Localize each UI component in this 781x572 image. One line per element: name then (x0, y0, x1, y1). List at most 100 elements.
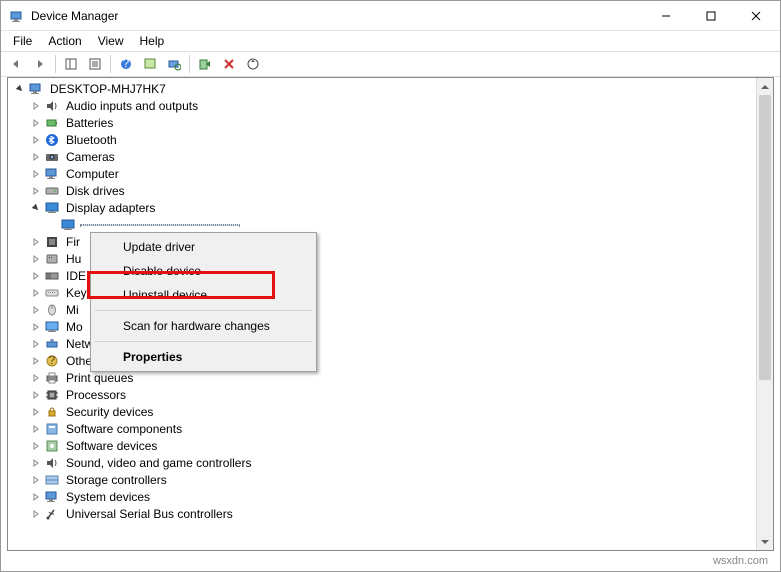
app-icon (9, 8, 25, 24)
tree-category[interactable]: Security devices (8, 403, 756, 420)
category-label: Print queues (64, 371, 135, 385)
show-hide-tree-button[interactable] (60, 53, 82, 75)
expand-toggle[interactable] (28, 115, 44, 131)
tree-category[interactable]: Storage controllers (8, 471, 756, 488)
swdev-icon (44, 438, 60, 454)
category-label: Processors (64, 388, 128, 402)
category-label: System devices (64, 490, 152, 504)
expand-toggle[interactable] (12, 81, 28, 97)
swcomp-icon (44, 421, 60, 437)
category-label: Software components (64, 422, 184, 436)
expand-toggle[interactable] (28, 166, 44, 182)
context-menu-item[interactable]: Scan for hardware changes (93, 314, 314, 338)
window-title: Device Manager (31, 9, 643, 23)
category-label: Hu (64, 252, 83, 266)
menu-help[interactable]: Help (132, 32, 173, 50)
expand-toggle[interactable] (28, 438, 44, 454)
expand-toggle[interactable] (28, 200, 44, 216)
tree-category[interactable]: Display adapters (8, 199, 756, 216)
expand-toggle[interactable] (28, 149, 44, 165)
device-label (80, 224, 240, 226)
context-menu-item[interactable]: Properties (93, 345, 314, 369)
context-menu-item[interactable]: Disable device (93, 259, 314, 283)
expand-toggle[interactable] (28, 370, 44, 386)
maximize-button[interactable] (688, 1, 733, 30)
tree-category[interactable]: Disk drives (8, 182, 756, 199)
expand-toggle[interactable] (28, 183, 44, 199)
minimize-button[interactable] (643, 1, 688, 30)
expand-toggle[interactable] (28, 336, 44, 352)
tree-category[interactable]: Processors (8, 386, 756, 403)
svg-text:?: ? (49, 353, 56, 367)
tree-category[interactable]: Software devices (8, 437, 756, 454)
context-menu-item[interactable]: Uninstall device (93, 283, 314, 307)
expand-toggle[interactable] (28, 455, 44, 471)
category-label: Security devices (64, 405, 155, 419)
scroll-down-button[interactable] (757, 533, 773, 550)
firmware-icon (44, 234, 60, 250)
computer-icon (28, 81, 44, 97)
menu-action[interactable]: Action (40, 32, 89, 50)
enable-device-button[interactable] (194, 53, 216, 75)
tree-category[interactable]: Universal Serial Bus controllers (8, 505, 756, 522)
expand-toggle[interactable] (28, 489, 44, 505)
expand-toggle[interactable] (28, 234, 44, 250)
expand-toggle[interactable] (28, 319, 44, 335)
back-button[interactable] (5, 53, 27, 75)
category-label: IDE (64, 269, 88, 283)
tree-category[interactable]: Software components (8, 420, 756, 437)
context-menu-item[interactable]: Update driver (93, 235, 314, 259)
properties-button[interactable] (84, 53, 106, 75)
expand-toggle[interactable] (28, 285, 44, 301)
tree-root[interactable]: DESKTOP-MHJ7HK7 (8, 80, 756, 97)
expand-toggle[interactable] (28, 506, 44, 522)
tree-category[interactable]: Computer (8, 165, 756, 182)
close-button[interactable] (733, 1, 778, 30)
monitor-icon (44, 319, 60, 335)
tree-category[interactable]: Batteries (8, 114, 756, 131)
system-icon (44, 489, 60, 505)
tree-category[interactable]: Bluetooth (8, 131, 756, 148)
titlebar: Device Manager (1, 1, 780, 31)
battery-icon (44, 115, 60, 131)
expand-toggle[interactable] (28, 421, 44, 437)
scroll-thumb[interactable] (759, 95, 771, 380)
expand-toggle[interactable] (28, 302, 44, 318)
category-label: Fir (64, 235, 82, 249)
menubar: File Action View Help (1, 31, 780, 51)
menu-file[interactable]: File (5, 32, 40, 50)
category-label: Mi (64, 303, 81, 317)
expand-toggle[interactable] (28, 387, 44, 403)
uninstall-device-button[interactable] (218, 53, 240, 75)
vertical-scrollbar[interactable] (756, 78, 773, 550)
forward-button[interactable] (29, 53, 51, 75)
menu-view[interactable]: View (90, 32, 132, 50)
update-driver-button[interactable] (242, 53, 264, 75)
expand-toggle[interactable] (28, 268, 44, 284)
tree-category[interactable]: Audio inputs and outputs (8, 97, 756, 114)
category-label: Batteries (64, 116, 115, 130)
expand-toggle[interactable] (28, 472, 44, 488)
sound-icon (44, 455, 60, 471)
scroll-up-button[interactable] (757, 78, 773, 95)
scan-hardware-button[interactable] (163, 53, 185, 75)
expand-toggle[interactable] (28, 353, 44, 369)
toolbar: ? (1, 51, 780, 77)
expand-toggle[interactable] (28, 132, 44, 148)
expand-toggle[interactable] (28, 404, 44, 420)
tree-device[interactable] (8, 216, 756, 233)
watermark: wsxdn.com (713, 555, 768, 567)
action-icon-button[interactable] (139, 53, 161, 75)
expand-toggle[interactable] (28, 98, 44, 114)
help-button[interactable]: ? (115, 53, 137, 75)
category-label: Disk drives (64, 184, 127, 198)
category-label: Cameras (64, 150, 117, 164)
tree-category[interactable]: System devices (8, 488, 756, 505)
tree-category[interactable]: Cameras (8, 148, 756, 165)
context-menu-separator (95, 310, 312, 311)
camera-icon (44, 149, 60, 165)
expand-toggle[interactable] (28, 251, 44, 267)
category-label: Bluetooth (64, 133, 119, 147)
tree-category[interactable]: Sound, video and game controllers (8, 454, 756, 471)
category-label: Computer (64, 167, 121, 181)
